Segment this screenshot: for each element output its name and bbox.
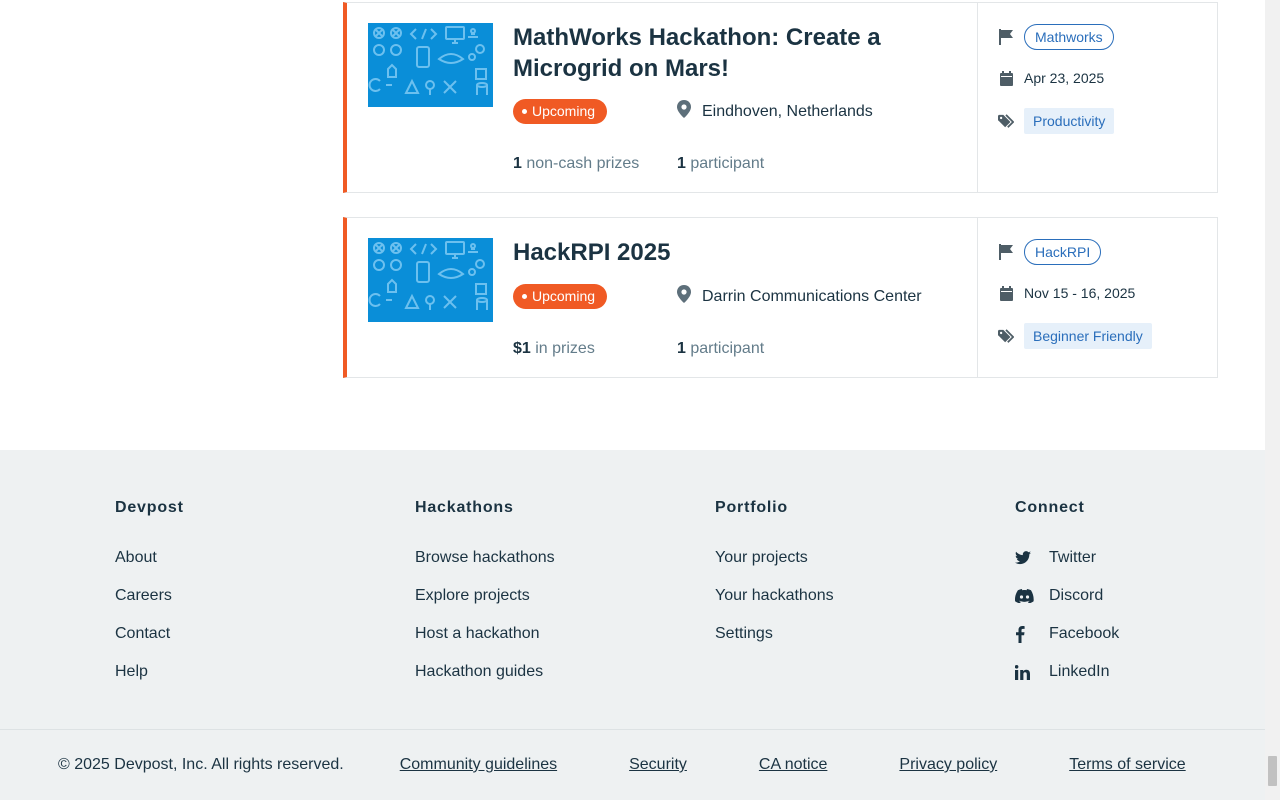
footer-heading: Hackathons <box>415 499 514 516</box>
footer-link-explore-projects[interactable]: Explore projects <box>415 577 555 615</box>
footer-link-about[interactable]: About <box>115 539 184 577</box>
participants-label: participant <box>685 340 765 357</box>
security-link[interactable]: Security <box>629 756 687 774</box>
community-guidelines-link[interactable]: Community guidelines <box>400 756 557 774</box>
theme-tag[interactable]: Beginner Friendly <box>1024 323 1152 349</box>
map-pin-icon <box>677 285 691 308</box>
prizes-label: in prizes <box>530 340 595 357</box>
terms-of-service-link[interactable]: Terms of service <box>1069 756 1185 774</box>
privacy-policy-link[interactable]: Privacy policy <box>899 756 997 774</box>
host-tag[interactable]: HackRPI <box>1024 239 1102 265</box>
page-scrollbar[interactable] <box>1265 0 1280 800</box>
prizes-value: 1 <box>513 155 522 172</box>
date-row: Nov 15 - 16, 2025 <box>998 285 1135 301</box>
ca-notice-link[interactable]: CA notice <box>759 756 827 774</box>
twitter-icon <box>1015 551 1049 565</box>
hackathon-thumbnail[interactable] <box>368 23 493 107</box>
status-dot <box>522 109 527 114</box>
tags-icon <box>998 328 1014 344</box>
footer-heading: Connect <box>1015 499 1085 516</box>
hackathon-title[interactable]: HackRPI 2025 <box>513 237 670 268</box>
calendar-icon <box>998 285 1014 301</box>
host-row: Mathworks <box>998 24 1114 50</box>
linkedin-icon <box>1015 664 1049 680</box>
footer-link-hackathon-guides[interactable]: Hackathon guides <box>415 653 555 691</box>
participants-label: participant <box>685 155 765 172</box>
footer-heading: Portfolio <box>715 499 788 516</box>
map-pin-icon <box>677 100 691 123</box>
thumbnail-pattern-image <box>368 23 493 107</box>
footer-column-devpost: Devpost About Careers Contact Help <box>115 499 184 691</box>
status-badge: Upcoming <box>513 284 608 309</box>
footer-link-linkedin[interactable]: LinkedIn <box>1015 653 1119 691</box>
discord-icon <box>1015 589 1049 603</box>
flag-icon <box>998 29 1014 45</box>
footer-heading: Devpost <box>115 499 184 516</box>
footer-link-browse-hackathons[interactable]: Browse hackathons <box>415 539 555 577</box>
hackathon-location: Darrin Communications Center <box>677 285 922 308</box>
location-text: Eindhoven, Netherlands <box>702 102 873 120</box>
host-tag[interactable]: Mathworks <box>1024 24 1114 50</box>
footer-bottom-bar: © 2025 Devpost, Inc. All rights reserved… <box>58 756 1186 774</box>
participants-stat: 1 participant <box>677 340 764 358</box>
footer-link-careers[interactable]: Careers <box>115 577 184 615</box>
host-row: HackRPI <box>998 239 1102 265</box>
status-dot <box>522 294 527 299</box>
facebook-icon <box>1015 625 1049 643</box>
footer-column-hackathons: Hackathons Browse hackathons Explore pro… <box>415 499 555 691</box>
footer-link-facebook[interactable]: Facebook <box>1015 615 1119 653</box>
twitter-label: Twitter <box>1049 549 1097 566</box>
site-footer: Devpost About Careers Contact Help Hacka… <box>0 450 1265 800</box>
status-label: Upcoming <box>532 288 596 304</box>
thumbnail-pattern-image <box>368 238 493 322</box>
participants-value: 1 <box>677 340 686 357</box>
participants-value: 1 <box>677 155 686 172</box>
footer-column-portfolio: Portfolio Your projects Your hackathons … <box>715 499 834 653</box>
date-row: Apr 23, 2025 <box>998 70 1104 86</box>
footer-link-settings[interactable]: Settings <box>715 615 834 653</box>
theme-row: Beginner Friendly <box>998 323 1152 349</box>
calendar-icon <box>998 70 1014 86</box>
date-text: Nov 15 - 16, 2025 <box>1024 285 1136 301</box>
hackathon-card[interactable]: MathWorks Hackathon: Create a Microgrid … <box>343 2 1218 193</box>
hackathon-sidebar: Mathworks Apr 23, 2025 Productivity <box>977 3 1218 192</box>
location-text: Darrin Communications Center <box>702 287 922 305</box>
copyright-text: © 2025 Devpost, Inc. All rights reserved… <box>58 756 344 773</box>
discord-label: Discord <box>1049 587 1104 604</box>
prizes-stat: 1 non-cash prizes <box>513 155 639 173</box>
tags-icon <box>998 113 1014 129</box>
hackathon-thumbnail[interactable] <box>368 238 493 322</box>
footer-link-your-hackathons[interactable]: Your hackathons <box>715 577 834 615</box>
hackathon-card[interactable]: HackRPI 2025 Upcoming Darrin Communicati… <box>343 217 1218 378</box>
prizes-value: $1 <box>513 340 531 357</box>
footer-column-connect: Connect Twitter Discord Facebook LinkedI… <box>1015 499 1119 691</box>
prizes-label: non-cash prizes <box>521 155 640 172</box>
status-label: Upcoming <box>532 103 596 119</box>
participants-stat: 1 participant <box>677 155 764 173</box>
linkedin-label: LinkedIn <box>1049 663 1110 680</box>
hackathon-title[interactable]: MathWorks Hackathon: Create a Microgrid … <box>513 22 933 84</box>
footer-link-twitter[interactable]: Twitter <box>1015 539 1119 577</box>
hackathon-location: Eindhoven, Netherlands <box>677 100 873 123</box>
footer-link-contact[interactable]: Contact <box>115 615 184 653</box>
footer-link-discord[interactable]: Discord <box>1015 577 1119 615</box>
facebook-label: Facebook <box>1049 625 1120 642</box>
hackathon-sidebar: HackRPI Nov 15 - 16, 2025 Beginner Frien… <box>977 218 1218 377</box>
footer-link-host-hackathon[interactable]: Host a hackathon <box>415 615 555 653</box>
scrollbar-thumb[interactable] <box>1268 756 1277 786</box>
prizes-stat: $1 in prizes <box>513 340 595 358</box>
theme-tag[interactable]: Productivity <box>1024 108 1115 134</box>
theme-row: Productivity <box>998 108 1115 134</box>
status-badge: Upcoming <box>513 99 608 124</box>
footer-divider <box>0 729 1265 730</box>
footer-link-your-projects[interactable]: Your projects <box>715 539 834 577</box>
flag-icon <box>998 244 1014 260</box>
date-text: Apr 23, 2025 <box>1024 70 1105 86</box>
footer-link-help[interactable]: Help <box>115 653 184 691</box>
